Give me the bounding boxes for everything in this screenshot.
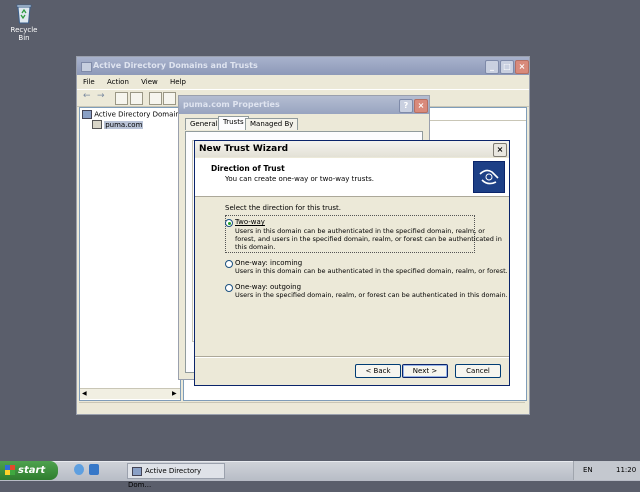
mmc-app-icon — [81, 62, 92, 72]
option-outgoing-desc: Users in the specified domain, realm, or… — [235, 291, 508, 299]
tree-item-puma[interactable]: puma.com — [92, 120, 144, 129]
forward-arrow-icon[interactable]: → — [97, 91, 105, 101]
option-two-way-label[interactable]: Two-way — [235, 218, 265, 226]
show-tree-icon[interactable] — [130, 92, 143, 105]
minimize-button[interactable]: _ — [485, 60, 499, 74]
scroll-left-icon[interactable]: ◀ — [82, 390, 87, 397]
tree-scrollbar[interactable]: ◀ ▶ — [80, 388, 180, 399]
mmc-title-bar[interactable]: Active Directory Domains and Trusts _ □ … — [77, 57, 529, 75]
recycle-bin-shortcut[interactable]: Recycle Bin — [6, 2, 42, 42]
wizard-title: New Trust Wizard — [199, 144, 289, 154]
back-arrow-icon[interactable]: ← — [83, 91, 91, 101]
mmc-menubar: File Action View Help — [77, 75, 529, 89]
start-label: start — [18, 465, 46, 476]
option-incoming-label[interactable]: One-way: incoming — [235, 259, 302, 267]
wizard-separator — [195, 356, 509, 358]
wizard-header-subtitle: You can create one-way or two-way trusts… — [225, 175, 374, 183]
quicklaunch-explorer-icon[interactable] — [89, 464, 99, 475]
mmc-title: Active Directory Domains and Trusts — [93, 61, 258, 70]
export-list-icon[interactable] — [163, 92, 176, 105]
menu-view[interactable]: View — [141, 78, 158, 86]
properties-title: puma.com Properties — [183, 100, 280, 109]
help-button[interactable]: ? — [399, 99, 413, 113]
taskbar-item-ad-domains[interactable]: Active Directory Dom... — [127, 463, 225, 489]
recycle-bin-label: Recycle Bin — [10, 26, 38, 42]
option-incoming-desc: Users in this domain can be authenticate… — [235, 267, 508, 275]
language-indicator[interactable]: EN — [583, 461, 593, 480]
windows-logo-icon — [5, 465, 15, 475]
tab-managed-by[interactable]: Managed By — [245, 118, 299, 130]
trust-handshake-icon — [473, 161, 505, 193]
wizard-header-title: Direction of Trust — [211, 164, 285, 173]
mmc-task-icon — [132, 466, 142, 476]
wizard-title-bar[interactable]: New Trust Wizard × — [195, 141, 509, 157]
menu-file[interactable]: File — [83, 78, 95, 86]
status-bar — [79, 402, 525, 412]
desc-line: forest, and users in the specified domai… — [235, 235, 502, 243]
properties-title-bar[interactable]: puma.com Properties ? × — [179, 96, 429, 114]
back-button[interactable]: < Back — [355, 364, 401, 378]
desc-line: Users in this domain can be authenticate… — [235, 227, 485, 235]
wizard-header: Direction of Trust You can create one-wa… — [195, 158, 509, 197]
properties-close-button[interactable]: × — [414, 99, 428, 113]
direction-prompt: Select the direction for this trust. — [225, 204, 341, 212]
radio-one-way-outgoing[interactable] — [225, 284, 233, 292]
tree-pane: Active Directory Domains an puma.com ◀ ▶ — [79, 107, 194, 401]
radio-two-way[interactable] — [225, 219, 233, 227]
domain-icon — [92, 120, 102, 129]
close-button[interactable]: × — [515, 60, 529, 74]
option-two-way-desc: Users in this domain can be authenticate… — [235, 227, 502, 251]
clock[interactable]: 11:20 — [616, 461, 636, 480]
quicklaunch-browser-icon[interactable] — [74, 464, 84, 475]
cancel-button[interactable]: Cancel — [455, 364, 501, 378]
properties-tabs: General Trusts Managed By — [185, 116, 423, 132]
option-outgoing-label[interactable]: One-way: outgoing — [235, 283, 301, 291]
scroll-right-icon[interactable]: ▶ — [172, 390, 177, 397]
recycle-bin-icon — [14, 2, 34, 24]
menu-action[interactable]: Action — [107, 78, 129, 86]
trust-wizard-dialog: New Trust Wizard × Direction of Trust Yo… — [194, 140, 510, 386]
next-button[interactable]: Next > — [402, 364, 448, 378]
tree-item-label: puma.com — [104, 120, 144, 129]
maximize-button[interactable]: □ — [500, 60, 514, 74]
tab-general[interactable]: General — [185, 118, 223, 130]
up-folder-icon[interactable] — [115, 92, 128, 105]
refresh-icon[interactable] — [149, 92, 162, 105]
desc-line: this domain. — [235, 243, 276, 251]
system-tray: EN 11:20 — [573, 461, 640, 480]
domains-trusts-icon — [82, 110, 92, 119]
wizard-close-button[interactable]: × — [493, 143, 507, 157]
start-button[interactable]: start — [0, 461, 58, 480]
radio-one-way-incoming[interactable] — [225, 260, 233, 268]
menu-help[interactable]: Help — [170, 78, 186, 86]
